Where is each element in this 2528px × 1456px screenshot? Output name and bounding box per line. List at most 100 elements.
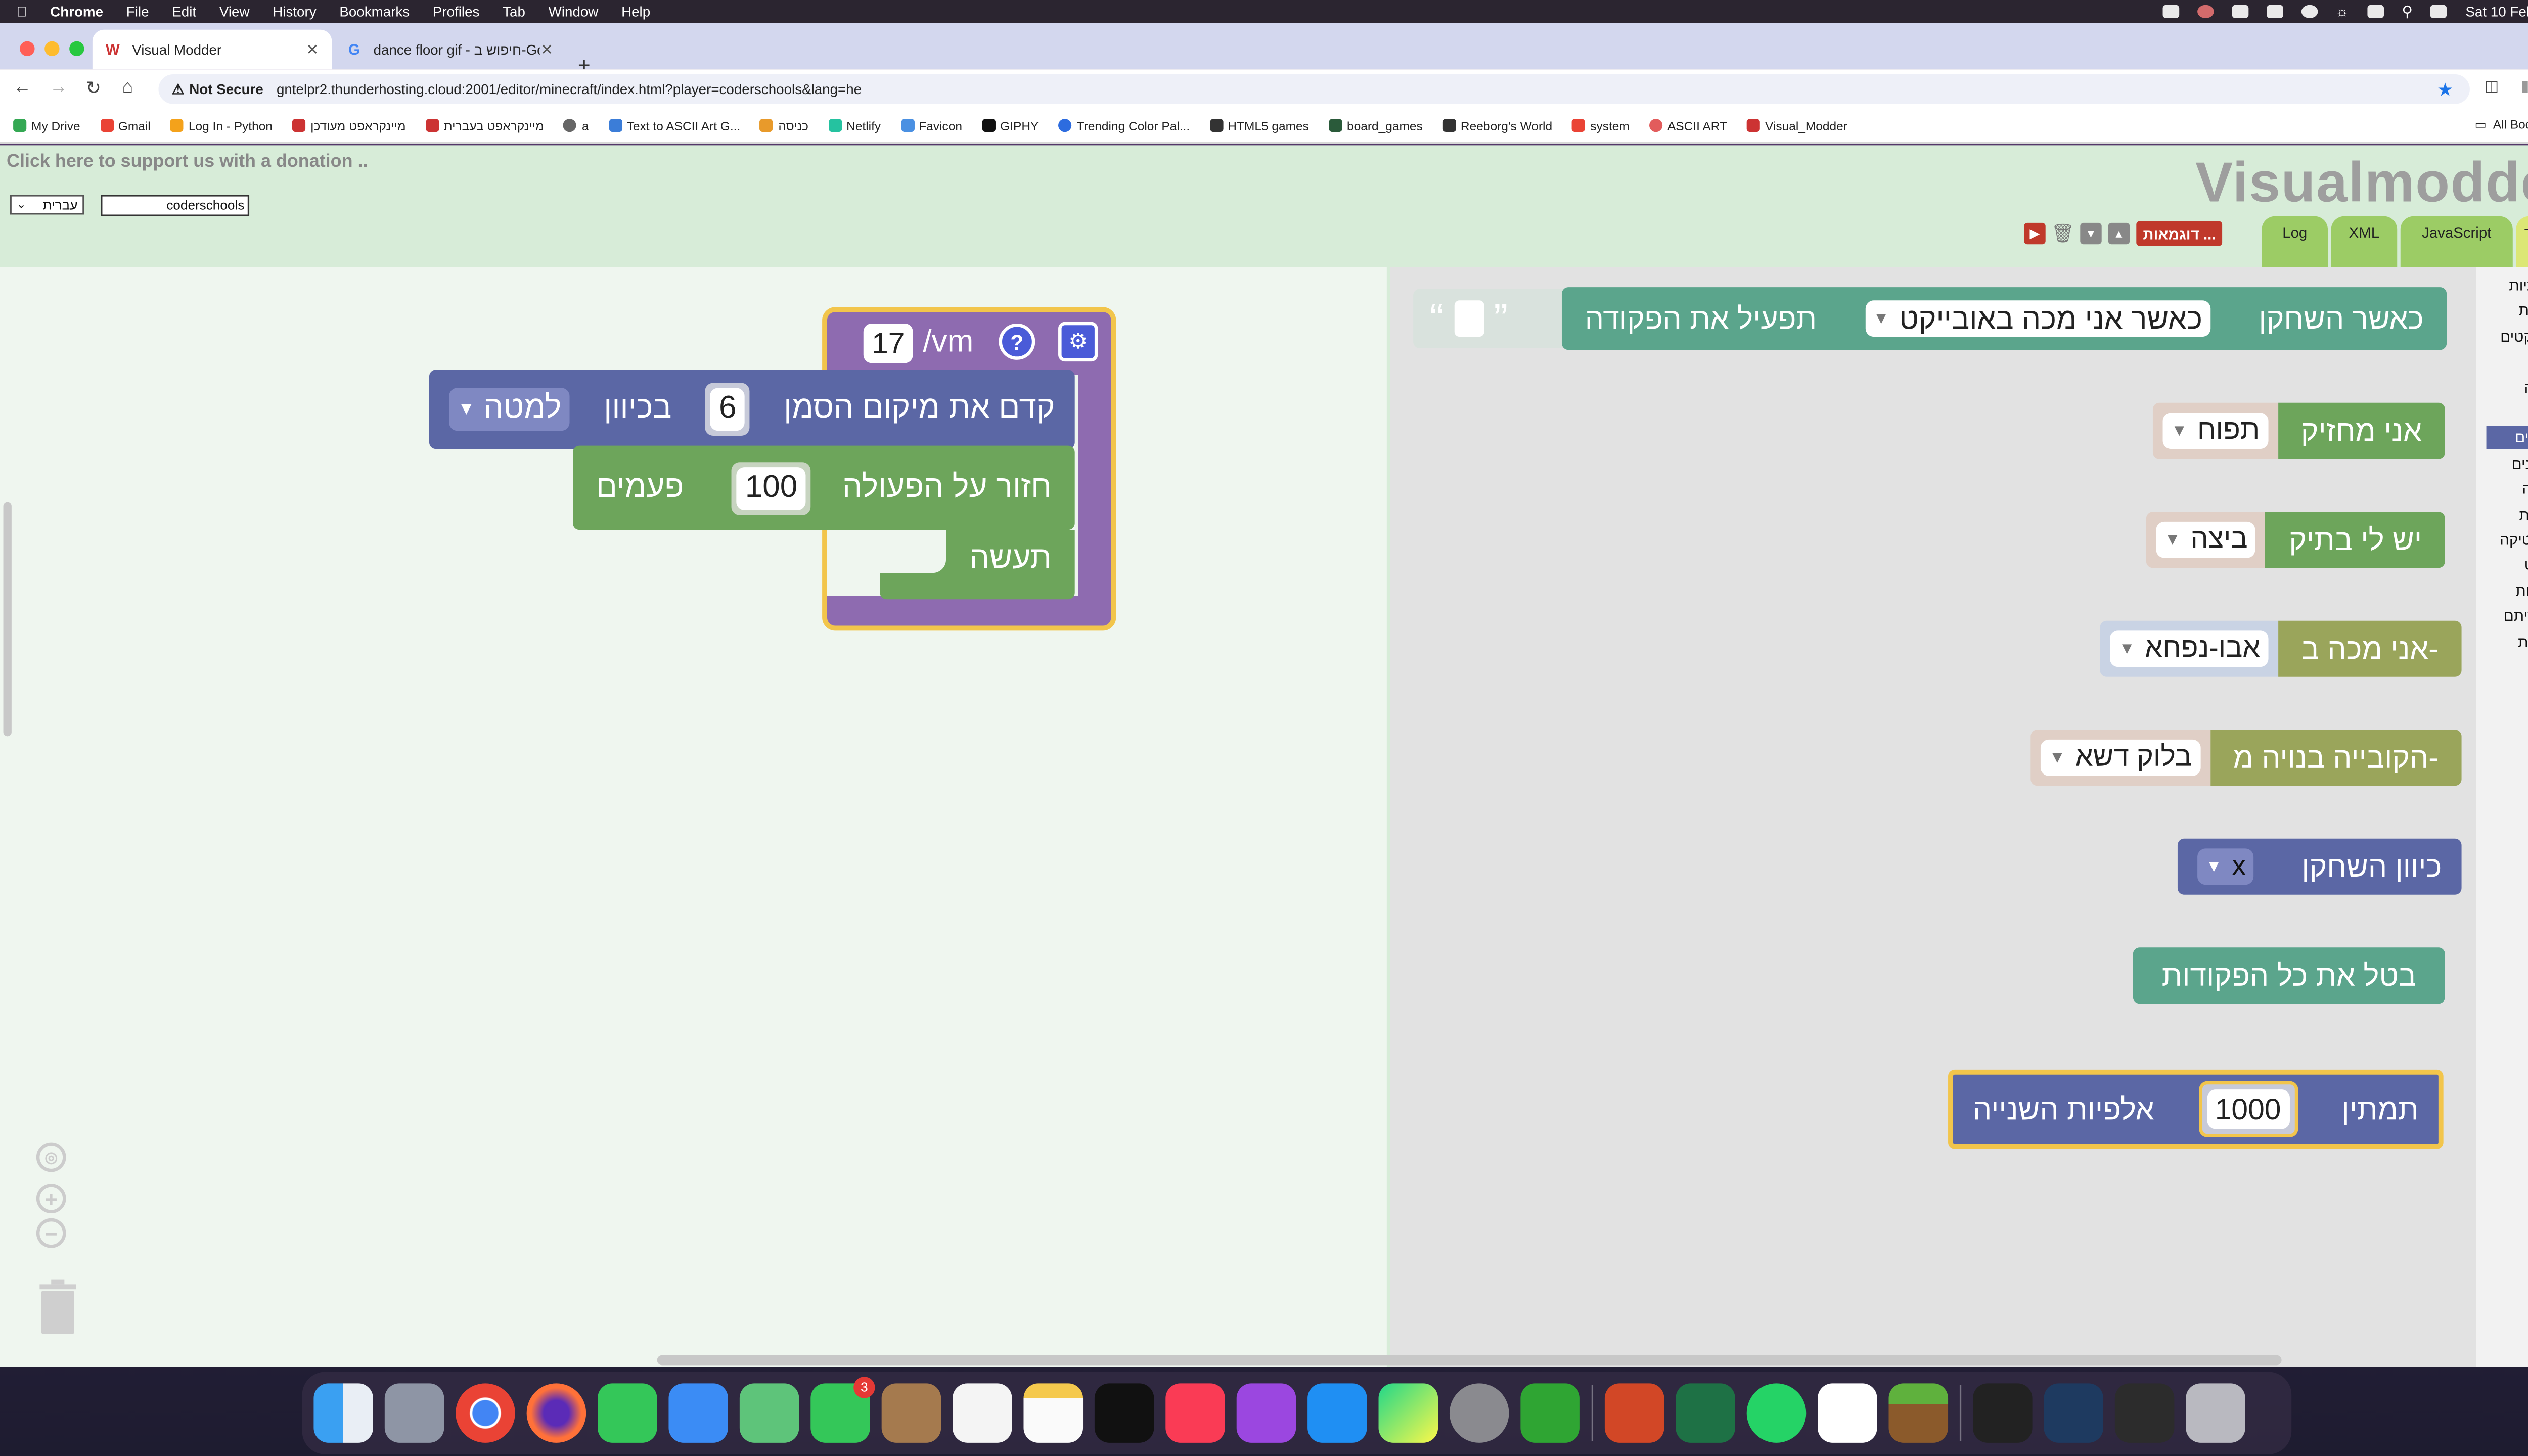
recent-document-thumbnail[interactable]	[1973, 1383, 2033, 1443]
wait-block[interactable]: אלפיות השנייה 1000 תמתין	[1948, 1069, 2444, 1149]
delete-button[interactable]: 🗑	[2051, 223, 2074, 244]
whatsapp-icon[interactable]	[1746, 1383, 1807, 1443]
category-item[interactable]: לוגיקה	[2522, 477, 2528, 500]
entity-dropdown[interactable]: ▼ אבו-נפחא	[2110, 630, 2269, 667]
wait-ms-field[interactable]: 1000	[2206, 1089, 2289, 1129]
menu-edit[interactable]: Edit	[172, 4, 196, 20]
bookmark-item[interactable]: a	[564, 118, 589, 133]
gear-icon[interactable]: ⚙	[1058, 322, 1098, 362]
category-item[interactable]: רשימות	[2515, 579, 2528, 602]
launchpad-icon[interactable]	[384, 1383, 444, 1443]
contacts-icon[interactable]	[881, 1383, 941, 1443]
extensions-icon[interactable]: ▮	[2521, 77, 2528, 96]
category-item[interactable]: טקסט	[2524, 554, 2528, 577]
has-in-inventory-block[interactable]: ▼ ביצה יש לי בתיק	[2085, 512, 2445, 568]
category-item[interactable]: פעולות	[2519, 299, 2528, 323]
menu-window[interactable]: Window	[549, 4, 599, 20]
material-dropdown[interactable]: ▼ בלוק דשא	[2041, 739, 2200, 776]
text-field[interactable]	[1454, 300, 1484, 337]
clock[interactable]: Sat 10 Feb 11:45	[2465, 4, 2528, 20]
chrome-icon[interactable]	[456, 1383, 515, 1443]
downloads-stack-icon[interactable]	[2114, 1383, 2175, 1443]
bookmark-item[interactable]: Favicon	[900, 118, 962, 133]
repeat-count-field[interactable]: 100	[737, 466, 806, 510]
bookmark-item[interactable]: Visual_Modder	[1747, 118, 1847, 133]
cancel-all-commands-block[interactable]: בטל את כל הפקודות	[2133, 947, 2445, 1004]
player-name-input[interactable]: coderschools	[101, 195, 250, 216]
held-item-dropdown[interactable]: ▼ תפוח	[2162, 413, 2268, 449]
bookmark-item[interactable]: HTML5 games	[1209, 118, 1309, 133]
menu-bookmarks[interactable]: Bookmarks	[339, 4, 410, 20]
tab-log[interactable]: Log	[2262, 216, 2328, 267]
tab-xml[interactable]: XML	[2331, 216, 2398, 267]
bookmark-item[interactable]: system	[1572, 118, 1630, 133]
category-item[interactable]: אובייקטים	[2500, 325, 2528, 348]
powerpoint-icon[interactable]	[1604, 1383, 1664, 1443]
tab-javascript[interactable]: JavaScript	[2400, 216, 2513, 267]
app-store-icon[interactable]	[1307, 1383, 1367, 1443]
url-text[interactable]: gntelpr2.thunderhosting.cloud:2001/edito…	[277, 81, 862, 98]
bookmark-item[interactable]: כניסה	[760, 118, 808, 133]
minimize-window-button[interactable]	[44, 41, 60, 57]
search-icon[interactable]: ⚲	[2402, 3, 2413, 21]
grid-icon[interactable]	[2231, 5, 2248, 18]
system-settings-icon[interactable]	[1449, 1383, 1509, 1443]
notion-icon[interactable]	[2367, 5, 2384, 18]
bookmark-item[interactable]: Trending Color Pal...	[1058, 118, 1190, 133]
zoom-in-icon[interactable]: +	[36, 1184, 66, 1213]
menu-app-name[interactable]: Chrome	[50, 4, 103, 20]
command-number-field[interactable]: 17	[863, 323, 913, 363]
recent-screenshot-thumbnail[interactable]	[2044, 1383, 2103, 1443]
address-bar[interactable]: ⚠ Not Secure gntelpr2.thunderhosting.clou…	[158, 74, 2470, 104]
apple-icon[interactable]: 	[17, 4, 27, 20]
messages-icon[interactable]	[598, 1383, 657, 1443]
bookmark-item[interactable]: My Drive	[13, 118, 80, 133]
creative-cloud-icon[interactable]	[2196, 5, 2214, 18]
menu-profiles[interactable]: Profiles	[433, 4, 480, 20]
reminders-icon[interactable]	[953, 1383, 1012, 1443]
bookmark-item[interactable]: Netlify	[828, 118, 881, 133]
holding-item-block[interactable]: ▼ תפוח אני מחזיק	[2092, 402, 2445, 459]
menu-tab[interactable]: Tab	[503, 4, 525, 20]
category-item[interactable]: מערכת	[2518, 630, 2528, 653]
firefox-icon[interactable]	[526, 1383, 586, 1443]
apple-tv-icon[interactable]	[1094, 1383, 1154, 1443]
download-button[interactable]: ▾	[2080, 222, 2102, 245]
facetime-icon[interactable]: 3	[810, 1377, 875, 1443]
event-type-dropdown[interactable]: ▼ כאשר אני מכה באובייקט	[1865, 300, 2211, 337]
language-select[interactable]: ⌄ עברית	[10, 195, 84, 215]
category-item[interactable]: לולאות	[2519, 503, 2528, 526]
player-direction-block[interactable]: ▼ x כיוון השחקן	[2177, 838, 2462, 895]
category-item[interactable]: אלגוריתם	[2504, 605, 2528, 628]
block-made-of-block[interactable]: ▼ בלוק דשא הקובייה בנויה מ-	[1935, 730, 2462, 786]
tab-visual-modder[interactable]: W Visual Modder ✕	[92, 29, 332, 70]
pycharm-icon[interactable]	[1378, 1383, 1438, 1443]
zoom-window-button[interactable]	[69, 41, 84, 57]
tab-code-snippets[interactable]: קטעי קוד	[2516, 216, 2528, 267]
monday-icon[interactable]	[1818, 1383, 1877, 1443]
reload-icon[interactable]: ↻	[86, 77, 101, 99]
close-window-button[interactable]	[20, 41, 35, 57]
not-secure-indicator[interactable]: ⚠ Not Secure	[172, 80, 263, 98]
bookmark-item[interactable]: GIPHY	[982, 118, 1039, 133]
bookmark-item[interactable]: Log In - Python	[170, 118, 273, 133]
mail-icon[interactable]	[668, 1383, 728, 1443]
sidebar-icon[interactable]	[2266, 5, 2283, 18]
excel-icon[interactable]	[1676, 1383, 1735, 1443]
bookmark-item[interactable]: ASCII ART	[1649, 118, 1727, 133]
home-icon[interactable]: ⌂	[122, 77, 133, 97]
menu-history[interactable]: History	[273, 4, 316, 20]
notes-icon[interactable]	[1023, 1383, 1084, 1443]
move-cursor-block[interactable]: ▼ למטה בכיוון 6 קדם את מיקום הסמן	[429, 370, 1075, 449]
block-flyout[interactable]: “ ” תפעיל את הפקודה ▼ כאשר אני מכה באוביי…	[1390, 267, 2476, 1367]
category-item[interactable]: אירועים	[2486, 426, 2528, 450]
status-icon[interactable]	[2162, 5, 2179, 18]
vertical-scrollbar[interactable]	[3, 502, 12, 737]
close-tab-icon[interactable]: ✕	[306, 40, 319, 59]
bookmark-item[interactable]: Gmail	[100, 118, 151, 133]
when-player-event-block[interactable]: תפעיל את הפקודה ▼ כאשר אני מכה באובייקט כ…	[1561, 287, 2447, 350]
bookmark-item[interactable]: מיינקראפט מעודכן	[292, 118, 406, 133]
repeat-block[interactable]: פעמים 100 חזור על הפעולה תעשה	[573, 445, 1075, 604]
category-item[interactable]: משתנים	[2512, 452, 2528, 475]
trash-icon[interactable]	[36, 1278, 79, 1334]
